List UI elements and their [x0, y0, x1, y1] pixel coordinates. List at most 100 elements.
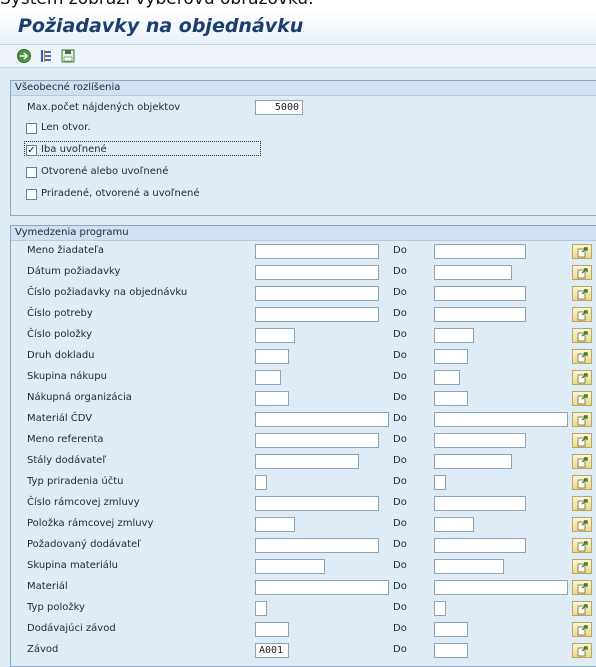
selection-from-input[interactable] [255, 517, 295, 532]
multiple-selection-arrow-icon[interactable] [572, 370, 592, 385]
multiple-selection-arrow-icon[interactable] [572, 622, 592, 637]
multiple-selection-icon[interactable] [38, 48, 54, 64]
selection-from-input[interactable] [255, 475, 267, 490]
selection-label: Skupina materiálu [27, 560, 119, 571]
to-label: Do [393, 245, 407, 256]
selection-from-input[interactable] [255, 286, 379, 301]
multiple-selection-arrow-icon[interactable] [572, 286, 592, 301]
title-bar: Požiadavky na objednávku [0, 10, 596, 45]
selection-from-input[interactable] [255, 412, 389, 427]
option-label-open-or-released: Otvorené alebo uvoľnené [41, 166, 169, 177]
option-checkbox-released-only[interactable]: ✓ [26, 145, 37, 156]
to-label: Do [393, 476, 407, 487]
to-label: Do [393, 371, 407, 382]
selection-to-input[interactable] [434, 517, 474, 532]
selection-label: Dátum požiadavky [27, 266, 121, 277]
selection-from-input[interactable] [255, 307, 379, 322]
option-label-released-only: Iba uvoľnené [41, 144, 107, 155]
selection-from-input[interactable] [255, 622, 289, 637]
selection-from-input[interactable] [255, 349, 289, 364]
selection-to-input[interactable] [434, 328, 474, 343]
selection-label: Typ priradenia účtu [27, 476, 124, 487]
selection-from-input[interactable] [255, 433, 379, 448]
selection-to-input[interactable] [434, 496, 526, 511]
caption-strip: Systém zobrazí výberovú obrazovku. [0, 0, 596, 10]
selection-from-input[interactable] [255, 391, 289, 406]
to-label: Do [393, 434, 407, 445]
multiple-selection-arrow-icon[interactable] [572, 475, 592, 490]
multiple-selection-arrow-icon[interactable] [572, 643, 592, 658]
selection-to-input[interactable] [434, 349, 468, 364]
multiple-selection-arrow-icon[interactable] [572, 328, 592, 343]
selection-from-input[interactable] [255, 643, 289, 658]
selection-to-input[interactable] [434, 580, 568, 595]
selection-to-input[interactable] [434, 286, 526, 301]
selection-from-input[interactable] [255, 601, 267, 616]
max-results-input[interactable] [255, 100, 303, 115]
selection-label: Požadovaný dodávateľ [27, 539, 141, 550]
selection-to-input[interactable] [434, 559, 504, 574]
option-checkbox-open-or-released[interactable] [26, 167, 37, 178]
selection-from-input[interactable] [255, 538, 379, 553]
save-variant-icon[interactable] [60, 48, 76, 64]
selection-label: Závod [27, 644, 59, 655]
selection-label: Meno referenta [27, 434, 104, 445]
to-label: Do [393, 413, 407, 424]
to-label: Do [393, 455, 407, 466]
selection-label: Číslo položky [27, 329, 93, 340]
selection-from-input[interactable] [255, 370, 281, 385]
to-label: Do [393, 560, 407, 571]
selection-from-input[interactable] [255, 454, 359, 469]
to-label: Do [393, 266, 407, 277]
selection-label: Nákupná organizácia [27, 392, 132, 403]
selection-label: Typ položky [27, 602, 85, 613]
selection-from-input[interactable] [255, 328, 295, 343]
to-label: Do [393, 308, 407, 319]
execute-icon[interactable] [16, 48, 32, 64]
multiple-selection-arrow-icon[interactable] [572, 601, 592, 616]
selection-to-input[interactable] [434, 370, 460, 385]
program-delimitations-group: Vymedzenia programu Meno žiadateľa Do Dátu… [10, 225, 596, 667]
multiple-selection-arrow-icon[interactable] [572, 517, 592, 532]
to-label: Do [393, 329, 407, 340]
selection-from-input[interactable] [255, 265, 379, 280]
selection-from-input[interactable] [255, 496, 379, 511]
multiple-selection-arrow-icon[interactable] [572, 580, 592, 595]
multiple-selection-arrow-icon[interactable] [572, 496, 592, 511]
selection-to-input[interactable] [434, 601, 446, 616]
selection-from-input[interactable] [255, 580, 389, 595]
selection-to-input[interactable] [434, 391, 468, 406]
selection-label: Materiál [27, 581, 68, 592]
selection-label: Číslo požiadavky na objednávku [27, 287, 188, 298]
selection-from-input[interactable] [255, 244, 379, 259]
to-label: Do [393, 602, 407, 613]
multiple-selection-arrow-icon[interactable] [572, 265, 592, 280]
multiple-selection-arrow-icon[interactable] [572, 559, 592, 574]
multiple-selection-arrow-icon[interactable] [572, 307, 592, 322]
option-checkbox-assigned-open-released[interactable] [26, 189, 37, 200]
multiple-selection-arrow-icon[interactable] [572, 349, 592, 364]
multiple-selection-arrow-icon[interactable] [572, 244, 592, 259]
multiple-selection-arrow-icon[interactable] [572, 538, 592, 553]
selection-to-input[interactable] [434, 412, 568, 427]
selection-to-input[interactable] [434, 643, 468, 658]
to-label: Do [393, 287, 407, 298]
application-toolbar [0, 45, 596, 68]
option-label-assigned-open-released: Priradené, otvorené a uvoľnené [41, 188, 200, 199]
multiple-selection-arrow-icon[interactable] [572, 454, 592, 469]
selection-to-input[interactable] [434, 538, 526, 553]
selection-label: Druh dokladu [27, 350, 95, 361]
multiple-selection-arrow-icon[interactable] [572, 391, 592, 406]
selection-to-input[interactable] [434, 265, 512, 280]
to-label: Do [393, 350, 407, 361]
selection-to-input[interactable] [434, 433, 526, 448]
selection-to-input[interactable] [434, 622, 468, 637]
multiple-selection-arrow-icon[interactable] [572, 433, 592, 448]
multiple-selection-arrow-icon[interactable] [572, 412, 592, 427]
option-checkbox-open-only[interactable] [26, 123, 37, 134]
selection-to-input[interactable] [434, 475, 446, 490]
selection-from-input[interactable] [255, 559, 325, 574]
selection-to-input[interactable] [434, 307, 526, 322]
selection-to-input[interactable] [434, 454, 512, 469]
selection-to-input[interactable] [434, 244, 526, 259]
